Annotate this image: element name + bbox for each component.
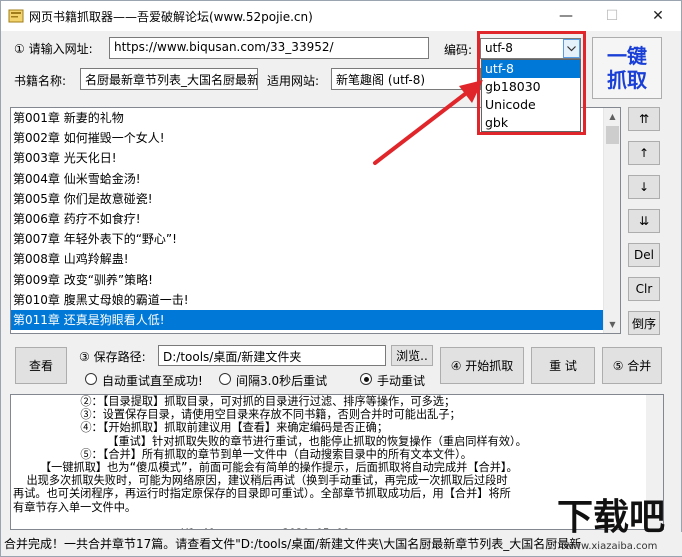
radio-auto-retry[interactable] — [85, 373, 97, 385]
chapter-list-item[interactable]: 第012章 男人有钱腰板才硬! — [11, 330, 620, 333]
save-path-label: ③ 保存路径: — [79, 350, 146, 364]
one-click-grab-button[interactable]: 一键 抓取 — [592, 37, 662, 99]
move-bottom-button[interactable]: ⇊ — [628, 209, 660, 233]
chapter-list[interactable]: 第001章 新妻的礼物 第002章 如何摧毁一个女人! 第003章 光天化日! 第00… — [10, 107, 621, 334]
help-line: 【一键抓取】也为“傻瓜模式”，前面可能会有简单的操作提示，后面抓取将自动完成并【… — [13, 461, 518, 475]
chapter-list-item[interactable]: 第006章 药疗不如食疗! — [11, 209, 620, 229]
chapter-list-item[interactable]: 第007章 年轻外表下的“野心”! — [11, 229, 620, 249]
url-label: ① 请输入网址: — [14, 42, 93, 56]
browse-button[interactable]: 浏览.. — [391, 345, 433, 366]
help-line: ④：【开始抓取】抓取前建议用【查看】来确定编码是否正确； — [13, 421, 389, 435]
chapter-list-item[interactable]: 第008章 山鸡羚解蛊! — [11, 249, 620, 269]
help-line: ③：设置保存目录，请使用空目录来存放不同书籍，否则合并时可能出乱子； — [13, 408, 461, 422]
chapter-list-item[interactable]: 第009章 改变“驯养”策略! — [11, 270, 620, 290]
scroll-down-icon[interactable]: ▼ — [604, 316, 620, 333]
reverse-button[interactable]: 倒序 — [628, 311, 660, 335]
retry-button[interactable]: 重 试 — [531, 347, 595, 384]
move-down-button[interactable]: ↓ — [628, 175, 660, 199]
chapter-list-item[interactable]: 第005章 你们是故意碰瓷! — [11, 189, 620, 209]
highlight-box — [477, 31, 586, 135]
book-name-label: 书籍名称: — [14, 74, 67, 88]
chapter-list-scrollbar[interactable]: ▲ ▼ — [603, 108, 620, 333]
help-line: 出现多次抓取失败时，可能为网络原因，建议稍后再试（换到手动重试，再完成一次抓取后… — [13, 474, 508, 488]
radio-auto-retry-label: 自动重试直至成功! — [102, 374, 203, 388]
chapter-list-item[interactable]: 第011章 还真是狗眼看人低! — [11, 309, 620, 331]
one-click-line1: 一键 — [607, 44, 647, 68]
book-name-input[interactable]: 名厨最新章节列表_大国名厨最新 — [80, 68, 258, 90]
help-line: 【重试】针对抓取失败的章节进行重试，也能停止抓取的恢复操作（重启同样有效）。 — [13, 434, 527, 448]
save-path-input[interactable]: D:/tools/桌面/新建文件夹 — [158, 345, 386, 366]
watermark-logo: 下载吧 www.xiazaiba.com — [557, 497, 665, 552]
minimize-button[interactable]: — — [543, 1, 589, 31]
close-button[interactable]: ✕ — [635, 1, 681, 31]
scroll-thumb[interactable] — [606, 126, 619, 144]
chapter-list-item[interactable]: 第003章 光天化日! — [11, 148, 620, 168]
app-icon — [8, 9, 24, 23]
chapter-list-item[interactable]: 第010章 腹黑丈母娘的霸道一击! — [11, 290, 620, 310]
help-line: ②：【目录提取】抓取目录，可对抓的目录进行过滤、排序等操作，可多选； — [13, 395, 456, 408]
window-title: 网页书籍抓取器——吾爱破解论坛(www.52pojie.cn) — [29, 10, 313, 24]
clear-button[interactable]: Clr — [628, 277, 660, 301]
move-up-button[interactable]: ↑ — [628, 141, 660, 165]
radio-interval-retry-label: 间隔3.0秒后重试 — [236, 374, 328, 388]
delete-button[interactable]: Del — [628, 243, 660, 267]
annotation-arrow-icon — [373, 80, 483, 165]
encoding-label: 编码: — [444, 43, 473, 57]
view-button[interactable]: 查看 — [15, 347, 67, 384]
one-click-line2: 抓取 — [607, 68, 647, 92]
radio-manual-retry[interactable] — [360, 373, 372, 385]
chapter-items: 第001章 新妻的礼物 第002章 如何摧毁一个女人! 第003章 光天化日! 第00… — [11, 108, 620, 333]
move-top-button[interactable]: ⇈ — [628, 107, 660, 131]
title-bar: 网页书籍抓取器——吾爱破解论坛(www.52pojie.cn) — ☐ ✕ — [1, 1, 681, 31]
chapter-list-item[interactable]: 第004章 仙米雪蛤金汤! — [11, 169, 620, 189]
app-window: 网页书籍抓取器——吾爱破解论坛(www.52pojie.cn) — ☐ ✕ ① … — [0, 0, 682, 557]
scroll-up-icon[interactable]: ▲ — [604, 108, 620, 125]
radio-manual-retry-label: 手动重试 — [377, 374, 426, 388]
svg-text:www.xiazaiba.com: www.xiazaiba.com — [565, 541, 658, 552]
url-input[interactable]: https://www.biqusan.com/33_33952/ — [109, 37, 429, 59]
maximize-button[interactable]: ☐ — [589, 1, 635, 31]
help-line: ⑤：【合并】所有抓取的章节到单一文件中（自动搜索目录中的所有文本文件）。 — [13, 447, 472, 461]
start-grab-button[interactable]: ④ 开始抓取 — [440, 347, 524, 384]
radio-interval-retry[interactable] — [219, 373, 231, 385]
merge-button[interactable]: ⑤ 合并 — [602, 347, 662, 384]
site-label: 适用网站: — [267, 74, 320, 88]
svg-text:下载吧: 下载吧 — [557, 497, 665, 538]
